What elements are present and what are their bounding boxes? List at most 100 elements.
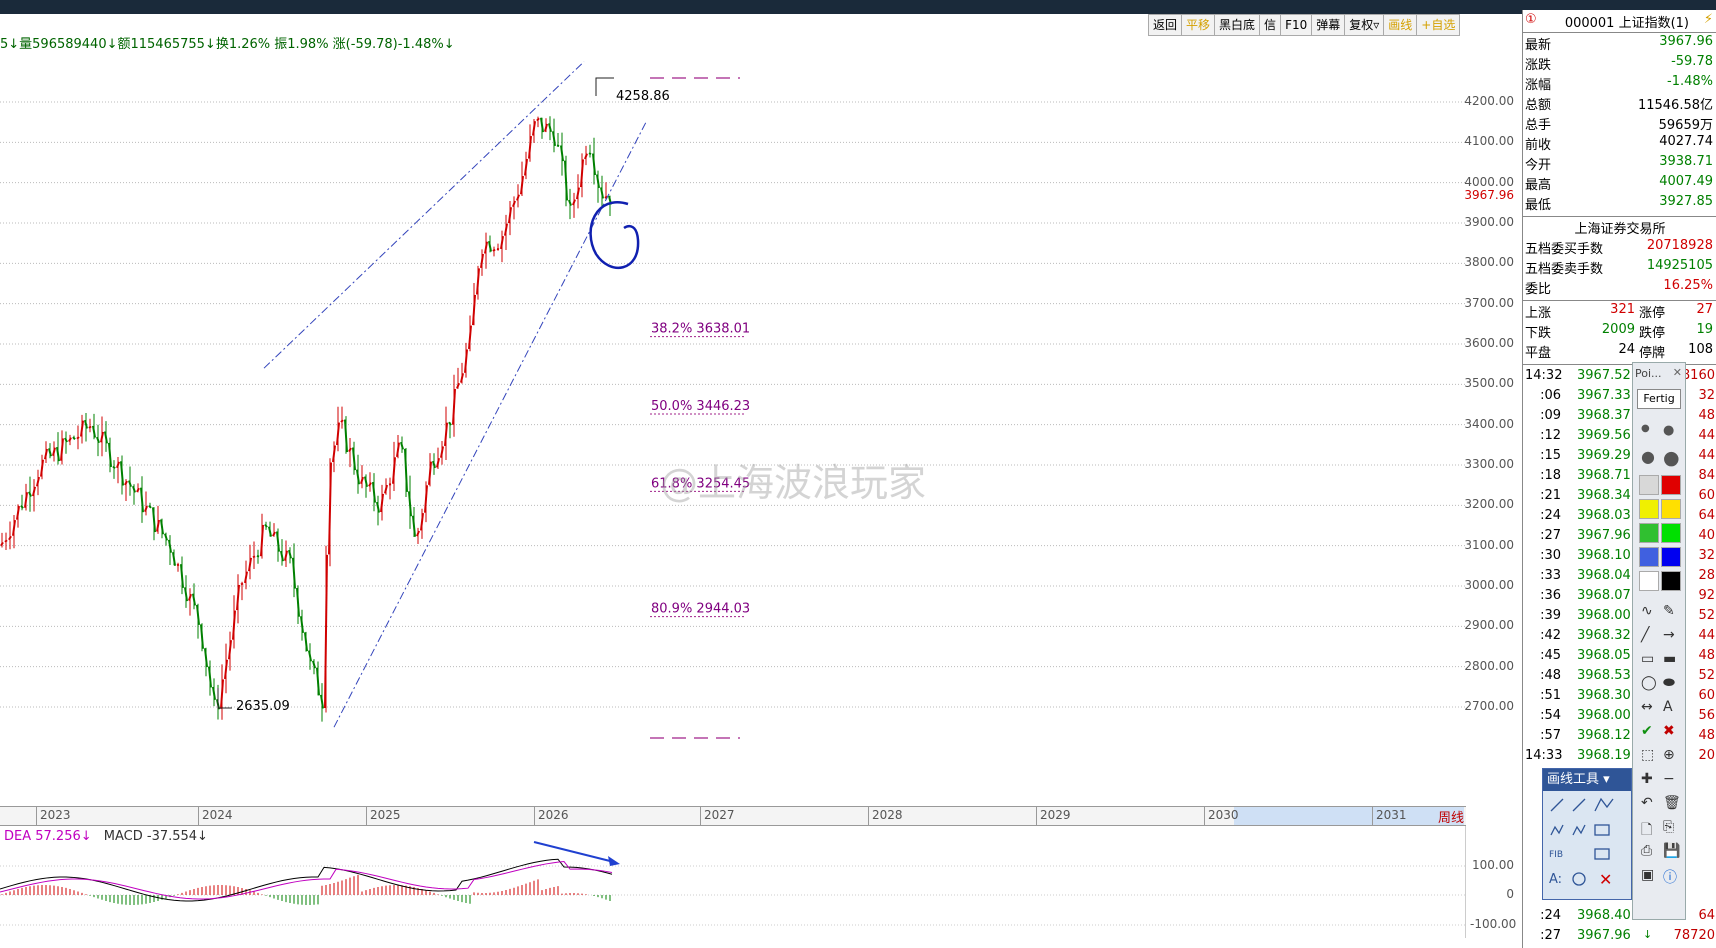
candle-body: [72, 436, 76, 440]
stat-label: 今开: [1525, 158, 1552, 173]
line-tools-header[interactable]: 画线工具 ▾: [1543, 769, 1631, 791]
zoom-icon[interactable]: ⊕: [1663, 747, 1675, 763]
toolbar-button[interactable]: 复权▿: [1344, 14, 1385, 36]
candle-body: [252, 555, 256, 559]
pen-icon[interactable]: ✎: [1663, 603, 1675, 619]
tick-price: 3967.33: [1577, 388, 1631, 403]
candle-body: [460, 373, 464, 383]
toolbar-button[interactable]: 信: [1259, 14, 1282, 36]
cancel-icon[interactable]: ✖: [1663, 723, 1675, 739]
stat-value: 3967.96: [1659, 34, 1713, 49]
candle-body: [32, 486, 36, 497]
tick-volume: 48: [1698, 728, 1715, 743]
color-swatch[interactable]: [1639, 571, 1659, 591]
undo-icon[interactable]: ↶: [1641, 795, 1653, 811]
tick-row: 14:333968.19↑20: [1525, 748, 1715, 768]
candle-body: [128, 480, 132, 488]
color-swatch[interactable]: [1661, 547, 1681, 567]
macd-tick-label: 100.00: [1472, 858, 1514, 872]
small-dot-icon[interactable]: ●: [1641, 423, 1650, 434]
candle-body: [20, 504, 24, 509]
color-swatch[interactable]: [1639, 547, 1659, 567]
minus-icon[interactable]: −: [1663, 771, 1675, 787]
text-tool-icon: A:: [1549, 872, 1562, 887]
color-swatch[interactable]: [1639, 499, 1659, 519]
toolbar-button[interactable]: 画线: [1383, 14, 1418, 36]
candle-body: [556, 144, 560, 147]
toolbar-button[interactable]: 平移: [1181, 14, 1216, 36]
tick-price: 3968.34: [1577, 488, 1631, 503]
color-swatch[interactable]: [1639, 475, 1659, 495]
line-tools-icons[interactable]: FIB A: ✕: [1543, 791, 1631, 899]
tick-row: :273967.96↓40: [1525, 528, 1715, 548]
color-swatch[interactable]: [1661, 499, 1681, 519]
color-swatch[interactable]: [1661, 523, 1681, 543]
toolbar-button[interactable]: 弹幕: [1311, 14, 1346, 36]
trash-icon[interactable]: 🗑: [1663, 795, 1681, 811]
candle-body: [92, 425, 96, 438]
filled-ellipse-icon[interactable]: ⬬: [1663, 675, 1675, 691]
measure-icon[interactable]: ↔: [1641, 699, 1653, 715]
macd-chart[interactable]: [0, 826, 1466, 938]
copy-icon[interactable]: ⎘: [1663, 819, 1674, 835]
candle-body: [184, 587, 188, 602]
candle-body: [468, 325, 472, 349]
candle-body: [68, 437, 72, 442]
panel-icon[interactable]: ▣: [1641, 867, 1654, 883]
ellipse-icon[interactable]: ◯: [1641, 675, 1657, 691]
medium-dot-icon[interactable]: ●: [1641, 447, 1655, 466]
color-swatch[interactable]: [1661, 571, 1681, 591]
candle-body: [456, 382, 460, 389]
tick-volume: 20: [1698, 748, 1715, 763]
tick-row: :243968.40↑64: [1525, 908, 1715, 928]
arrow-icon[interactable]: →: [1663, 627, 1675, 643]
stat-value: 11546.58亿: [1637, 98, 1713, 113]
toolbar-button[interactable]: F10: [1280, 14, 1313, 36]
candle-body: [440, 446, 444, 458]
year-tick: [700, 807, 701, 825]
new-icon[interactable]: 🗋: [1641, 819, 1652, 843]
tick-time: :15: [1540, 448, 1561, 463]
save-icon[interactable]: 💾: [1663, 843, 1680, 859]
large-dot-icon[interactable]: ●: [1663, 447, 1680, 469]
color-swatch[interactable]: [1661, 475, 1681, 495]
toolbar-button[interactable]: +自选: [1416, 14, 1461, 36]
period-label[interactable]: 周线: [1438, 807, 1464, 826]
line-icon[interactable]: ╱: [1641, 627, 1649, 643]
year-tick: [868, 807, 869, 825]
close-icon[interactable]: ✕: [1673, 366, 1682, 379]
confirm-icon[interactable]: ✔: [1641, 723, 1653, 739]
tick-volume: 84: [1698, 468, 1715, 483]
price-tick-label: 3400.00: [1464, 416, 1514, 431]
freehand-icon[interactable]: ∿: [1641, 603, 1653, 619]
filled-rect-icon[interactable]: ▬: [1663, 651, 1676, 667]
rect-icon[interactable]: ▭: [1641, 651, 1654, 667]
order-row: 五档委卖手数 14925105: [1525, 258, 1715, 278]
candle-body: [540, 117, 544, 133]
tick-row: :453968.05↓48: [1525, 648, 1715, 668]
tick-time: :51: [1540, 688, 1561, 703]
tick-price: 3968.00: [1577, 608, 1631, 623]
lightning-icon[interactable]: ⚡: [1704, 12, 1713, 27]
print-icon[interactable]: ⎙: [1641, 843, 1652, 859]
candle-body: [204, 648, 208, 668]
dot-icon[interactable]: ●: [1663, 423, 1674, 438]
info-icon[interactable]: ⓘ: [1663, 867, 1677, 887]
candle-body: [28, 491, 32, 497]
low-label: 2635.09: [236, 699, 290, 714]
fertig-button[interactable]: Fertig: [1637, 389, 1681, 409]
kline-chart[interactable]: 4258.86 2635.09 38.2% 3638.01 50.0% 3446.23…: [0, 54, 1466, 804]
add-icon[interactable]: ✚: [1641, 771, 1653, 787]
toolbar-button[interactable]: 返回: [1148, 14, 1183, 36]
toolbar-button[interactable]: 黑白底: [1214, 14, 1261, 36]
candle-body: [356, 469, 360, 485]
candle-body: [412, 515, 416, 537]
index-title[interactable]: 000001 上证指数(1): [1565, 12, 1689, 31]
select-icon[interactable]: ⬚: [1641, 747, 1654, 763]
tick-price: 3968.32: [1577, 628, 1631, 643]
chevron-down-icon[interactable]: ▾: [1603, 772, 1610, 787]
text-icon[interactable]: A: [1663, 699, 1673, 715]
breadth-label: 上涨: [1525, 306, 1552, 321]
color-swatch[interactable]: [1639, 523, 1659, 543]
wave2-icon: [1572, 824, 1586, 836]
